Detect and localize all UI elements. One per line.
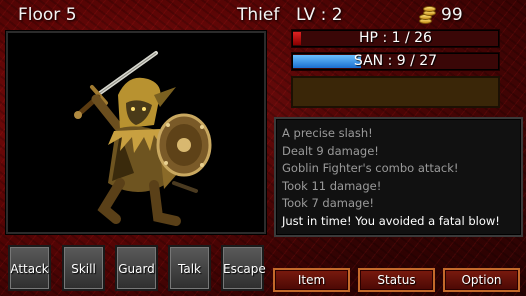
class-label: Thief (237, 5, 280, 25)
level-label: LV : 2 (296, 5, 343, 25)
skill-button[interactable]: Skill (62, 245, 105, 291)
san-label: SAN : 9 / 27 (353, 53, 438, 69)
hp-label: HP : 1 / 26 (359, 30, 432, 46)
status-button[interactable]: Status (358, 268, 435, 292)
escape-button[interactable]: Escape (221, 245, 266, 291)
talk-button[interactable]: Talk (168, 245, 211, 291)
log-line: Goblin Fighter's combo attack! (282, 161, 459, 175)
option-button[interactable]: Option (443, 268, 520, 292)
item-button[interactable]: Item (273, 268, 350, 292)
log-line-latest: Just in time! You avoided a fatal blow! (282, 213, 500, 228)
attack-button[interactable]: Attack (8, 245, 51, 291)
battle-log[interactable]: A precise slash! Dealt 9 damage! Goblin … (274, 117, 523, 237)
status-effects-panel (291, 76, 500, 108)
gold-display: 99 (415, 5, 463, 25)
guard-button[interactable]: Guard (115, 245, 158, 291)
log-line: Took 11 damage! (282, 178, 382, 193)
enemy-viewport (6, 31, 266, 234)
gold-amount: 99 (441, 5, 463, 25)
gold-coins-icon (415, 5, 437, 25)
log-line: Took 7 damage! (282, 196, 375, 210)
san-bar: SAN : 9 / 27 (291, 52, 500, 71)
log-line: Dealt 9 damage! (282, 143, 379, 158)
hp-bar: HP : 1 / 26 (291, 29, 500, 48)
floor-label: Floor 5 (18, 5, 77, 25)
log-line: A precise slash! (282, 126, 373, 140)
goblin-fighter-sprite (74, 51, 212, 226)
